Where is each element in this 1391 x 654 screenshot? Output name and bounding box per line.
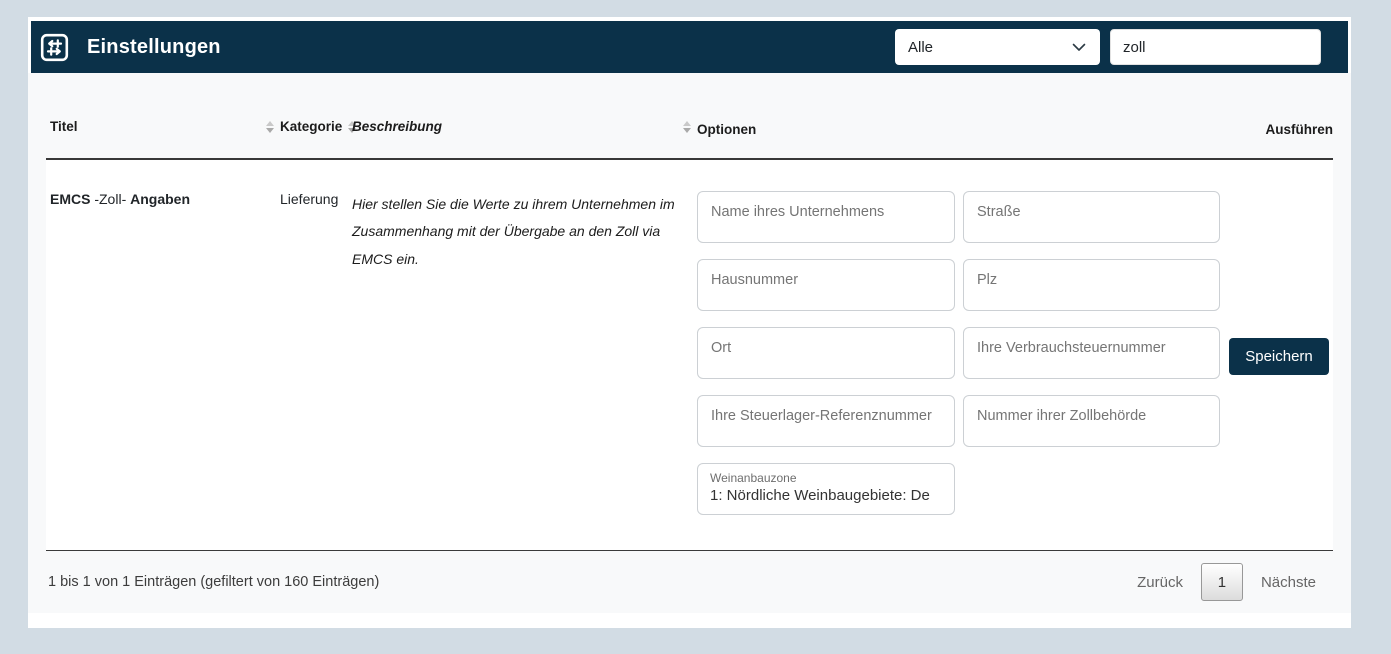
settings-card: Einstellungen Alle Titel Kate <box>28 17 1351 628</box>
pagination: Zurück 1 Nächste <box>1137 563 1333 601</box>
customs-office-number-input[interactable]: Nummer ihrer Zollbehörde <box>963 395 1220 447</box>
city-input[interactable]: Ort <box>697 327 955 379</box>
column-label: Beschreibung <box>352 119 442 134</box>
wine-zone-label: Weinanbauzone <box>710 471 942 486</box>
pagination-previous[interactable]: Zurück <box>1137 574 1183 591</box>
page-title: Einstellungen <box>87 36 221 59</box>
placeholder-text: Ihre Verbrauchsteuernummer <box>977 340 1166 356</box>
row-actions: Speichern <box>1220 191 1333 515</box>
column-label: Kategorie <box>280 119 342 134</box>
filter-select[interactable]: Alle <box>895 29 1100 65</box>
placeholder-text: Ihre Steuerlager-Referenznummer <box>711 408 932 424</box>
column-label: Titel <box>50 119 78 134</box>
wine-zone-select[interactable]: Weinanbauzone 1: Nördliche Weinbaugebiet… <box>697 463 955 515</box>
row-category: Lieferung <box>280 191 349 515</box>
company-name-input[interactable]: Name ihres Unternehmens <box>697 191 955 243</box>
table-row: EMCS -Zoll- Angaben Lieferung Hier stell… <box>46 160 1333 550</box>
pagination-page-1[interactable]: 1 <box>1201 563 1243 601</box>
placeholder-text: Nummer ihrer Zollbehörde <box>977 408 1146 424</box>
house-number-input[interactable]: Hausnummer <box>697 259 955 311</box>
row-title-part: Angaben <box>130 191 190 207</box>
pagination-next[interactable]: Nächste <box>1261 574 1316 591</box>
row-options: Name ihres Unternehmens Straße Hausnumme… <box>697 191 1220 515</box>
placeholder-text: Ort <box>711 340 731 356</box>
tax-warehouse-ref-input[interactable]: Ihre Steuerlager-Referenznummer <box>697 395 955 447</box>
sort-icon <box>266 121 274 133</box>
placeholder-text: Straße <box>977 204 1021 220</box>
row-title-part: -Zoll- <box>90 191 130 207</box>
street-input[interactable]: Straße <box>963 191 1220 243</box>
column-header-titel[interactable]: Titel <box>46 119 280 134</box>
chevron-down-icon <box>1072 39 1086 56</box>
column-header-optionen: Optionen <box>697 122 1220 137</box>
sort-icon <box>683 121 691 133</box>
page: Einstellungen Alle Titel Kate <box>0 0 1391 654</box>
column-header-beschreibung[interactable]: Beschreibung <box>349 119 697 134</box>
header-bar: Einstellungen Alle <box>31 21 1348 73</box>
table-header-row: Titel Kategorie Beschreibung Optionen Au… <box>46 73 1333 160</box>
row-title: EMCS -Zoll- Angaben <box>46 191 280 515</box>
save-button[interactable]: Speichern <box>1229 338 1329 375</box>
settings-sliders-icon <box>40 33 69 62</box>
filter-select-value: Alle <box>908 39 933 56</box>
column-label: Optionen <box>697 122 756 137</box>
placeholder-text: Name ihres Unternehmens <box>711 204 884 220</box>
table-body: EMCS -Zoll- Angaben Lieferung Hier stell… <box>46 160 1333 550</box>
table-container: Titel Kategorie Beschreibung Optionen Au… <box>28 73 1351 613</box>
row-title-part: EMCS <box>50 191 90 207</box>
row-description: Hier stellen Sie die Werte zu ihrem Unte… <box>349 191 697 515</box>
wine-zone-value: 1: Nördliche Weinbaugebiete: De <box>710 486 942 505</box>
options-form: Name ihres Unternehmens Straße Hausnumme… <box>697 191 1220 515</box>
entries-info: 1 bis 1 von 1 Einträgen (gefiltert von 1… <box>46 574 379 590</box>
search-input[interactable] <box>1110 29 1321 65</box>
column-header-kategorie[interactable]: Kategorie <box>280 119 349 134</box>
table-footer: 1 bis 1 von 1 Einträgen (gefiltert von 1… <box>46 550 1333 613</box>
column-label: Ausführen <box>1266 122 1334 137</box>
column-header-ausfuehren: Ausführen <box>1220 122 1333 137</box>
excise-number-input[interactable]: Ihre Verbrauchsteuernummer <box>963 327 1220 379</box>
plz-input[interactable]: Plz <box>963 259 1220 311</box>
placeholder-text: Plz <box>977 272 997 288</box>
placeholder-text: Hausnummer <box>711 272 798 288</box>
